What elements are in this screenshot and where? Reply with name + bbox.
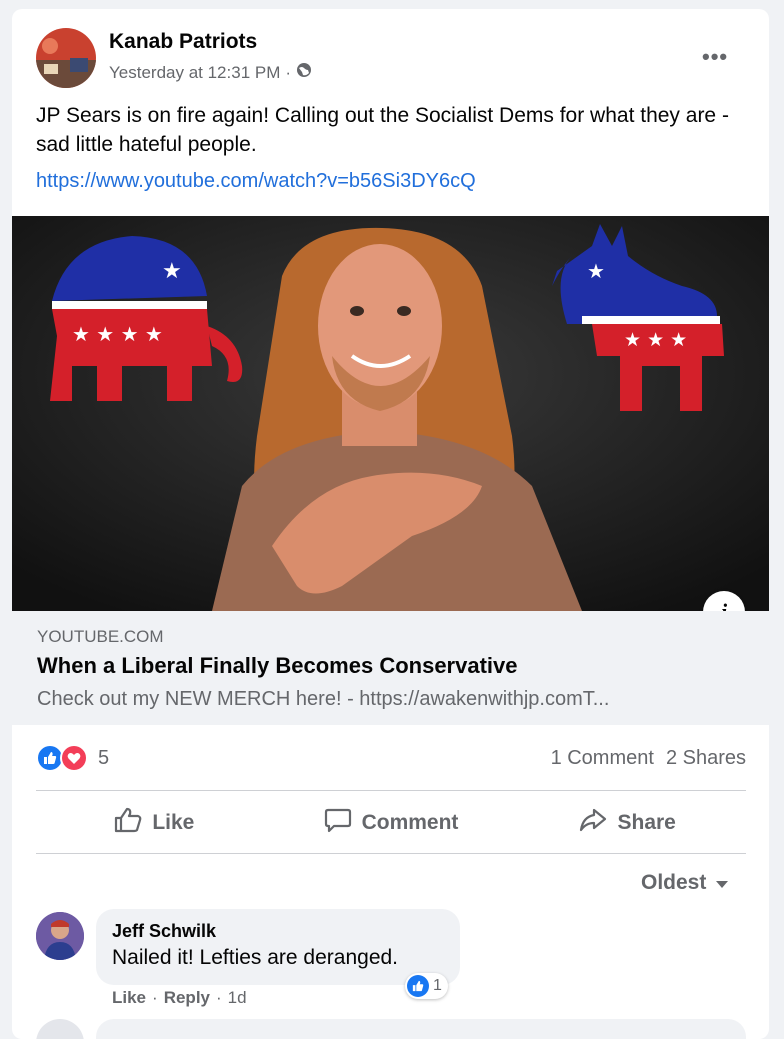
post-meta: Yesterday at 12:31 PM · [109,62,312,83]
reaction-summary: 5 1 Comment 2 Shares [36,743,746,773]
share-label: Share [617,811,676,834]
like-icon [407,975,429,997]
dot-separator: · [152,988,158,1007]
share-button[interactable]: Share [509,793,746,853]
svg-text:★: ★ [587,259,605,283]
svg-text:★ ★ ★: ★ ★ ★ [624,329,687,351]
comment-button[interactable]: Comment [273,793,510,853]
post-link[interactable]: https://www.youtube.com/watch?v=b56Si3DY… [36,170,476,193]
comment-text: Nailed it! Lefties are deranged. [112,946,399,969]
comment-sort-dropdown[interactable]: Oldest [641,871,729,895]
post-text: JP Sears is on fire again! Calling out t… [36,104,729,156]
comment-count[interactable]: 1 Comment [551,747,654,770]
comment-reaction-badge[interactable]: 1 [405,973,448,999]
sort-label: Oldest [641,871,707,894]
reaction-count[interactable]: 5 [98,747,109,770]
divider [36,853,746,854]
caret-down-icon [716,871,729,895]
page-name[interactable]: Kanab Patriots [109,30,257,54]
comment-author[interactable]: Jeff Schwilk [112,921,216,942]
globe-icon [296,62,312,83]
share-arrow-icon [579,807,607,839]
share-count[interactable]: 2 Shares [666,747,746,770]
preview-description: Check out my NEW MERCH here! - https://a… [37,688,610,710]
divider [36,790,746,791]
comment-bubble: Jeff Schwilk Nailed it! Lefties are dera… [96,909,460,985]
post-card: Kanab Patriots Yesterday at 12:31 PM · •… [12,9,769,1039]
post-timestamp[interactable]: Yesterday at 12:31 PM [109,63,280,83]
comment-reply-link[interactable]: Reply [164,988,210,1008]
page-avatar[interactable] [36,28,96,88]
svg-text:★ ★ ★ ★: ★ ★ ★ ★ [72,322,163,346]
comment-reaction-count: 1 [433,977,442,994]
thumbs-up-icon [114,807,142,839]
next-commenter-avatar[interactable] [36,1019,84,1039]
more-options-button[interactable]: ••• [702,44,728,70]
comment-actions: Like · Reply · 1d [112,988,247,1008]
post-actions: Like Comment Share [36,793,746,853]
comment-label: Comment [361,811,459,834]
dot-separator: · [216,988,222,1007]
like-button[interactable]: Like [36,793,273,853]
link-preview[interactable]: YOUTUBE.COM When a Liberal Finally Becom… [12,611,769,725]
comment-icon [324,807,352,839]
next-comment-bubble [96,1019,746,1039]
love-icon[interactable] [60,744,88,772]
meta-separator: · [285,62,292,82]
comment-like-link[interactable]: Like [112,988,146,1008]
svg-text:★: ★ [162,259,182,284]
preview-title[interactable]: When a Liberal Finally Becomes Conservat… [37,653,518,679]
commenter-avatar[interactable] [36,912,84,960]
preview-domain: YOUTUBE.COM [37,627,164,646]
comment-age[interactable]: 1d [228,988,247,1008]
like-label: Like [152,811,195,834]
link-preview-image[interactable]: ★ ★ ★ ★ ★ ★ ★ ★ ★ [12,216,769,611]
